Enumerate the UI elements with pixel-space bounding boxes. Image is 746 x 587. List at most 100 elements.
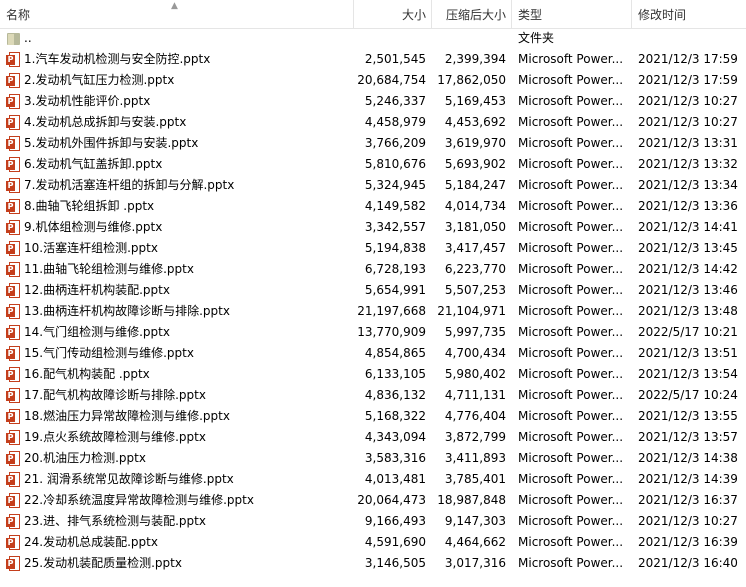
- file-name: 13.曲柄连杆机构故障诊断与排除.pptx: [24, 304, 230, 318]
- file-row[interactable]: P 25.发动机装配质量检测.pptx 3,146,505 3,017,316 Micr…: [0, 553, 746, 574]
- file-type: 文件夹: [518, 31, 555, 45]
- parent-folder-row[interactable]: .. 文件夹: [0, 28, 746, 49]
- column-header-bar: 名称 ▲ 大小 压缩后大小 类型 修改时间: [0, 0, 746, 29]
- file-modified-date: 2021/12/3 10:27: [638, 514, 738, 528]
- file-compressed-size: 3,872,799: [444, 430, 506, 444]
- file-compressed-size: 2,399,394: [444, 52, 506, 66]
- file-type: Microsoft Power...: [518, 304, 624, 318]
- file-compressed-size: 5,169,453: [444, 94, 506, 108]
- file-name: 5.发动机外围件拆卸与安装.pptx: [24, 136, 199, 150]
- column-header-compressed-size[interactable]: 压缩后大小: [432, 0, 512, 28]
- file-row[interactable]: P 23.进、排气系统检测与装配.pptx 9,166,493 9,147,303 Mi…: [0, 511, 746, 532]
- file-row[interactable]: P 21. 润滑系统常见故障诊断与维修.pptx 4,013,481 3,785,40…: [0, 469, 746, 490]
- file-row[interactable]: P 16.配气机构装配 .pptx 6,133,105 5,980,402 Micros…: [0, 364, 746, 385]
- powerpoint-file-icon: P: [6, 157, 20, 172]
- file-name: 18.燃油压力异常故障检测与维修.pptx: [24, 409, 230, 423]
- file-modified-date: 2021/12/3 13:46: [638, 283, 738, 297]
- file-row[interactable]: P 9.机体组检测与维修.pptx 3,342,557 3,181,050 Micros…: [0, 217, 746, 238]
- file-row[interactable]: P 7.发动机活塞连杆组的拆卸与分解.pptx 5,324,945 5,184,247…: [0, 175, 746, 196]
- file-size: 3,146,505: [364, 556, 426, 570]
- file-type: Microsoft Power...: [518, 325, 624, 339]
- file-size: 20,684,754: [357, 73, 426, 87]
- file-row[interactable]: P 19.点火系统故障检测与维修.pptx 4,343,094 3,872,799 Mi…: [0, 427, 746, 448]
- file-type: Microsoft Power...: [518, 283, 624, 297]
- file-size: 4,149,582: [364, 199, 426, 213]
- powerpoint-file-icon: P: [6, 556, 20, 571]
- file-row[interactable]: P 17.配气机构故障诊断与排除.pptx 4,836,132 4,711,131 Mi…: [0, 385, 746, 406]
- powerpoint-file-icon: P: [6, 304, 20, 319]
- file-row[interactable]: P 18.燃油压力异常故障检测与维修.pptx 5,168,322 4,776,404…: [0, 406, 746, 427]
- file-row[interactable]: P 5.发动机外围件拆卸与安装.pptx 3,766,209 3,619,970 Mic…: [0, 133, 746, 154]
- file-type: Microsoft Power...: [518, 514, 624, 528]
- file-type: Microsoft Power...: [518, 493, 624, 507]
- file-row[interactable]: P 8.曲轴飞轮组拆卸 .pptx 4,149,582 4,014,734 Micros…: [0, 196, 746, 217]
- file-type: Microsoft Power...: [518, 94, 624, 108]
- column-header-modified[interactable]: 修改时间: [632, 0, 746, 28]
- file-name: 20.机油压力检测.pptx: [24, 451, 146, 465]
- file-row[interactable]: P 10.活塞连杆组检测.pptx 5,194,838 3,417,457 Micros…: [0, 238, 746, 259]
- file-name: 23.进、排气系统检测与装配.pptx: [24, 514, 206, 528]
- file-compressed-size: 3,619,970: [444, 136, 506, 150]
- file-compressed-size: 4,711,131: [444, 388, 506, 402]
- file-size: 3,583,316: [364, 451, 426, 465]
- file-size: 3,766,209: [364, 136, 426, 150]
- file-compressed-size: 5,693,902: [444, 157, 506, 171]
- file-row[interactable]: P 13.曲柄连杆机构故障诊断与排除.pptx 21,197,668 21,104,9…: [0, 301, 746, 322]
- file-name: 9.机体组检测与维修.pptx: [24, 220, 163, 234]
- file-modified-date: 2021/12/3 14:42: [638, 262, 738, 276]
- file-type: Microsoft Power...: [518, 52, 624, 66]
- file-compressed-size: 5,184,247: [444, 178, 506, 192]
- file-modified-date: 2021/12/3 13:51: [638, 346, 738, 360]
- file-row[interactable]: P 20.机油压力检测.pptx 3,583,316 3,411,893 Microso…: [0, 448, 746, 469]
- file-modified-date: 2021/12/3 16:37: [638, 493, 738, 507]
- file-row[interactable]: P 24.发动机总成装配.pptx 4,591,690 4,464,662 Micros…: [0, 532, 746, 553]
- file-row[interactable]: P 22.冷却系统温度异常故障检测与维修.pptx 20,064,473 18,987…: [0, 490, 746, 511]
- powerpoint-file-icon: P: [6, 136, 20, 151]
- file-row[interactable]: P 15.气门传动组检测与维修.pptx 4,854,865 4,700,434 Mic…: [0, 343, 746, 364]
- file-row[interactable]: P 1.汽车发动机检测与安全防控.pptx 2,501,545 2,399,394 Mi…: [0, 49, 746, 70]
- file-compressed-size: 3,181,050: [444, 220, 506, 234]
- file-row[interactable]: P 6.发动机气缸盖拆卸.pptx 5,810,676 5,693,902 Micros…: [0, 154, 746, 175]
- powerpoint-file-icon: P: [6, 472, 20, 487]
- file-name: 6.发动机气缸盖拆卸.pptx: [24, 157, 163, 171]
- powerpoint-file-icon: P: [6, 535, 20, 550]
- file-name: 7.发动机活塞连杆组的拆卸与分解.pptx: [24, 178, 235, 192]
- file-row[interactable]: P 14.气门组检测与维修.pptx 13,770,909 5,997,735 Micr…: [0, 322, 746, 343]
- file-type: Microsoft Power...: [518, 346, 624, 360]
- file-row[interactable]: P 2.发动机气缸压力检测.pptx 20,684,754 17,862,050 Mic…: [0, 70, 746, 91]
- file-compressed-size: 4,453,692: [444, 115, 506, 129]
- file-size: 20,064,473: [357, 493, 426, 507]
- powerpoint-file-icon: P: [6, 262, 20, 277]
- file-size: 9,166,493: [364, 514, 426, 528]
- powerpoint-file-icon: P: [6, 325, 20, 340]
- file-type: Microsoft Power...: [518, 178, 624, 192]
- file-size: 6,133,105: [364, 367, 426, 381]
- file-name: 8.曲轴飞轮组拆卸 .pptx: [24, 199, 155, 213]
- file-compressed-size: 17,862,050: [437, 73, 506, 87]
- file-size: 5,324,945: [364, 178, 426, 192]
- powerpoint-file-icon: P: [6, 388, 20, 403]
- powerpoint-file-icon: P: [6, 220, 20, 235]
- file-compressed-size: 6,223,770: [444, 262, 506, 276]
- file-size: 4,013,481: [364, 472, 426, 486]
- powerpoint-file-icon: P: [6, 367, 20, 382]
- file-name: 19.点火系统故障检测与维修.pptx: [24, 430, 206, 444]
- file-size: 3,342,557: [364, 220, 426, 234]
- file-modified-date: 2021/12/3 14:41: [638, 220, 738, 234]
- file-type: Microsoft Power...: [518, 535, 624, 549]
- file-row[interactable]: P 12.曲柄连杆机构装配.pptx 5,654,991 5,507,253 Micro…: [0, 280, 746, 301]
- file-size: 21,197,668: [357, 304, 426, 318]
- powerpoint-file-icon: P: [6, 73, 20, 88]
- powerpoint-file-icon: P: [6, 283, 20, 298]
- file-modified-date: 2021/12/3 13:57: [638, 430, 738, 444]
- column-header-size[interactable]: 大小: [354, 0, 432, 28]
- file-size: 4,854,865: [364, 346, 426, 360]
- file-row[interactable]: P 3.发动机性能评价.pptx 5,246,337 5,169,453 Microso…: [0, 91, 746, 112]
- file-type: Microsoft Power...: [518, 220, 624, 234]
- file-type: Microsoft Power...: [518, 115, 624, 129]
- file-row[interactable]: P 11.曲轴飞轮组检测与维修.pptx 6,728,193 6,223,770 Mic…: [0, 259, 746, 280]
- file-row[interactable]: P 4.发动机总成拆卸与安装.pptx 4,458,979 4,453,692 Micr…: [0, 112, 746, 133]
- column-header-type[interactable]: 类型: [512, 0, 632, 28]
- file-size: 13,770,909: [357, 325, 426, 339]
- file-modified-date: 2021/12/3 16:40: [638, 556, 738, 570]
